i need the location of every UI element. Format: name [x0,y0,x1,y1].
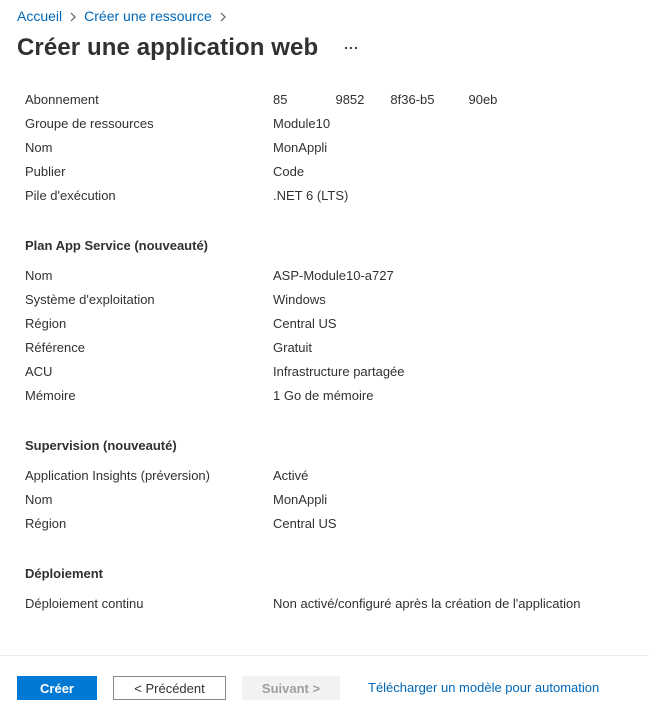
row-value: Central US [273,315,337,331]
review-summary: Abonnement 85 9852 8f36-b5 90eb Groupe de r… [25,87,625,615]
row-value: Central US [273,515,337,531]
row-label: Pile d'exécution [25,187,116,203]
row-value: MonAppli [273,139,328,155]
row-label: Déploiement continu [25,595,144,611]
summary-row-runtime-stack: Pile d'exécution .NET 6 (LTS) [25,183,625,207]
summary-row-region: Région Central US [25,311,625,335]
row-value: Infrastructure partagée [273,363,405,379]
row-label: Système d'exploitation [25,291,155,307]
previous-button[interactable]: < Précédent [113,676,226,700]
row-value: MonAppli [273,491,328,507]
title-row: Créer une application web [17,34,364,62]
subscription-part: 85 [273,91,288,107]
row-value: Non activé/configuré après la création d… [273,595,581,611]
chevron-right-icon [62,8,84,24]
summary-row-publish: Publier Code [25,159,625,183]
summary-row-app-insights: Application Insights (préversion) Activé [25,463,625,487]
row-label: Application Insights (préversion) [25,467,210,483]
next-button: Suivant > [242,676,340,700]
section-app-service-plan: Plan App Service (nouveauté) Nom ASP-Mod… [25,233,625,407]
row-label: Nom [25,139,53,155]
row-label: Publier [25,163,66,179]
section-heading: Plan App Service (nouveauté) [25,237,209,253]
section-heading: Supervision (nouveauté) [25,437,177,453]
row-label: Région [25,515,67,531]
row-value: .NET 6 (LTS) [273,187,349,203]
row-value: 1 Go de mémoire [273,387,374,403]
summary-row-resource-group: Groupe de ressources Module10 [25,111,625,135]
row-label: Mémoire [25,387,76,403]
row-value: Module10 [273,115,331,131]
breadcrumb-link-create-resource[interactable]: Créer une ressource [84,8,212,24]
breadcrumb: Accueil Créer une ressource [17,8,234,24]
summary-row-acu: ACU Infrastructure partagée [25,359,625,383]
row-label: Région [25,315,67,331]
more-options-button[interactable] [338,35,364,61]
row-label: Nom [25,267,53,283]
row-value: Gratuit [273,339,313,355]
row-label: Abonnement [25,91,99,107]
row-label: ACU [25,363,53,379]
row-label: Référence [25,339,85,355]
subscription-part: 8f36-b5 [390,91,435,107]
row-value: ASP-Module10-a727 [273,267,394,283]
summary-row-name: Nom MonAppli [25,135,625,159]
row-value: Activé [273,467,309,483]
row-value: Windows [273,291,326,307]
row-label: Nom [25,491,53,507]
create-button[interactable]: Créer [17,676,97,700]
summary-row-subscription: Abonnement 85 9852 8f36-b5 90eb [25,87,625,111]
ellipsis-icon [345,46,358,50]
subscription-part: 9852 [335,91,365,107]
section-deployment: Déploiement Déploiement continu Non acti… [25,561,625,615]
section-monitoring: Supervision (nouveauté) Application Insi… [25,433,625,535]
subscription-part: 90eb [468,91,498,107]
summary-row-continuous-deployment: Déploiement continu Non activé/configuré… [25,591,625,615]
summary-row-memory: Mémoire 1 Go de mémoire [25,383,625,407]
summary-row-insights-region: Région Central US [25,511,625,535]
page-title: Créer une application web [17,34,319,61]
footer-action-bar: Créer < Précédent Suivant > Télécharger … [0,655,649,715]
summary-row-plan-name: Nom ASP-Module10-a727 [25,263,625,287]
row-label: Groupe de ressources [25,115,154,131]
chevron-right-icon [212,8,234,24]
breadcrumb-link-home[interactable]: Accueil [17,8,62,24]
download-template-link[interactable]: Télécharger un modèle pour automation [368,680,599,695]
section-basics: Abonnement 85 9852 8f36-b5 90eb Groupe de r… [25,87,625,207]
row-value: Code [273,163,305,179]
summary-row-sku: Référence Gratuit [25,335,625,359]
summary-row-insights-name: Nom MonAppli [25,487,625,511]
section-heading: Déploiement [25,565,104,581]
subscription-id-value: 85 9852 8f36-b5 90eb [273,92,497,107]
summary-row-os: Système d'exploitation Windows [25,287,625,311]
